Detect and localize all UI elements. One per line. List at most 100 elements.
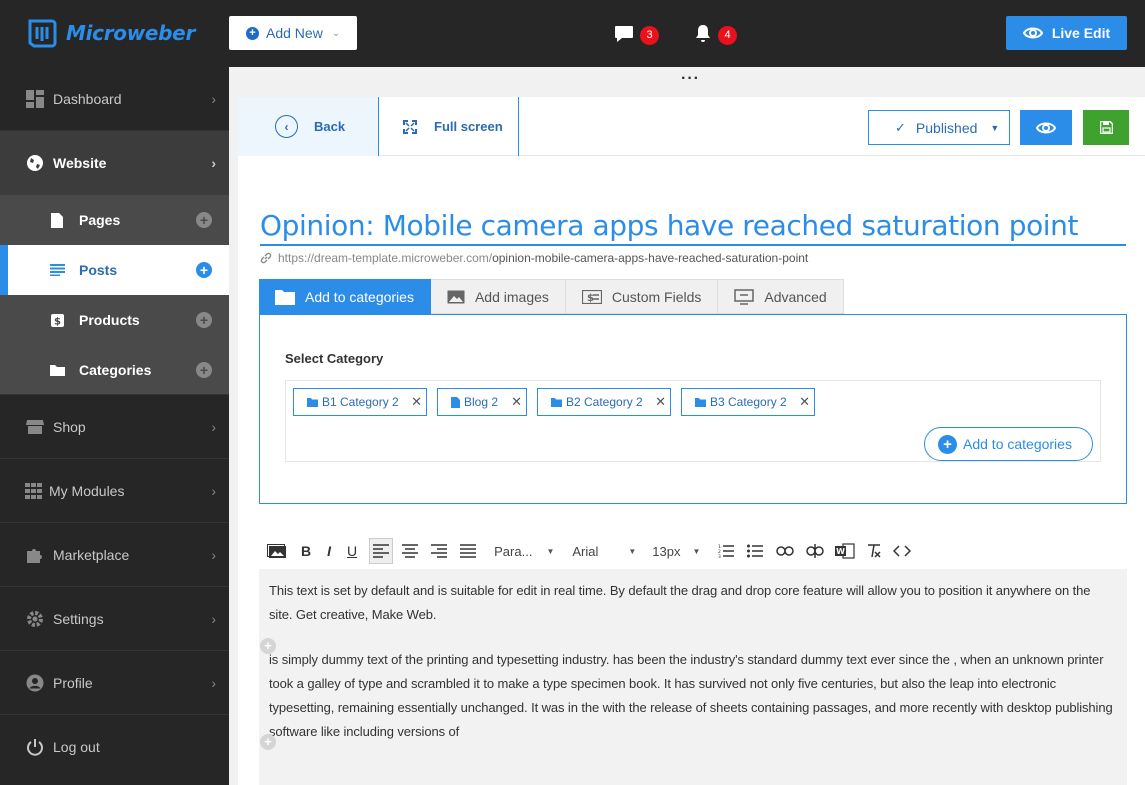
- full-screen-button[interactable]: Full screen: [379, 97, 519, 156]
- sidebar-item-shop[interactable]: Shop ›: [0, 395, 229, 459]
- live-edit-label: Live Edit: [1051, 25, 1111, 41]
- add-block-icon[interactable]: +: [260, 638, 276, 654]
- font-select[interactable]: Arial ▼: [572, 544, 636, 559]
- tab-add-to-categories[interactable]: Add to categories: [259, 279, 431, 314]
- top-bar: Microweber + Add New ⌄ 3 4 Live Edit: [0, 0, 1145, 67]
- preview-button[interactable]: [1020, 110, 1072, 145]
- category-chip[interactable]: Blog 2 ✕: [437, 388, 527, 416]
- dashboard-icon: [26, 89, 44, 108]
- sidebar-item-profile[interactable]: Profile ›: [0, 651, 229, 715]
- sidebar-item-website[interactable]: Website ›: [0, 131, 229, 195]
- sidebar-item-my-modules[interactable]: My Modules ›: [0, 459, 229, 523]
- microweber-logo-icon: [28, 19, 57, 48]
- add-to-categories-label: Add to categories: [963, 436, 1072, 452]
- sidebar-subitem-pages[interactable]: Pages +: [0, 195, 229, 245]
- notifications-badge: 4: [718, 26, 737, 45]
- remove-icon[interactable]: ✕: [511, 394, 522, 410]
- folder-icon: [551, 397, 562, 407]
- category-chip-label: Blog 2: [464, 395, 499, 409]
- post-url[interactable]: https://dream-template.microweber.com/op…: [260, 251, 808, 265]
- add-block-icon[interactable]: +: [260, 734, 276, 750]
- remove-icon[interactable]: ✕: [411, 394, 422, 410]
- insert-image-icon[interactable]: [267, 538, 287, 564]
- category-chip[interactable]: B2 Category 2 ✕: [537, 388, 671, 416]
- align-justify-icon[interactable]: [460, 538, 477, 564]
- floppy-icon: [1099, 121, 1113, 134]
- add-to-categories-button[interactable]: + Add to categories: [924, 427, 1093, 461]
- add-product-icon[interactable]: +: [196, 312, 212, 328]
- tab-custom-fields[interactable]: $ Custom Fields: [565, 279, 719, 314]
- save-button[interactable]: [1083, 110, 1129, 145]
- sidebar-subitem-categories[interactable]: Categories +: [0, 345, 229, 395]
- eye-icon: [1022, 27, 1043, 39]
- post-title-input[interactable]: Opinion: Mobile camera apps have reached…: [260, 208, 1126, 246]
- sidebar-item-label: Settings: [53, 610, 104, 627]
- unlink-icon[interactable]: [806, 538, 825, 564]
- add-category-icon[interactable]: +: [196, 361, 212, 378]
- code-view-icon[interactable]: [893, 538, 912, 564]
- italic-icon[interactable]: I: [327, 538, 331, 564]
- word-paste-icon[interactable]: W: [835, 538, 856, 564]
- sidebar-item-dashboard[interactable]: Dashboard ›: [0, 67, 229, 131]
- category-chip-label: B2 Category 2: [566, 395, 643, 409]
- category-chip[interactable]: B1 Category 2 ✕: [293, 388, 427, 416]
- sidebar-item-label: Website: [53, 155, 107, 171]
- posts-icon: [49, 262, 65, 278]
- align-left-icon[interactable]: [369, 538, 394, 564]
- remove-icon[interactable]: ✕: [655, 394, 666, 410]
- sidebar-item-logout[interactable]: Log out: [0, 715, 229, 779]
- back-button[interactable]: ‹ Back: [238, 97, 379, 156]
- more-options-icon[interactable]: ···: [681, 71, 700, 87]
- chevron-right-icon: ›: [211, 546, 216, 563]
- ordered-list-icon[interactable]: 123: [718, 538, 735, 564]
- tab-advanced[interactable]: Advanced: [718, 279, 844, 314]
- add-new-button[interactable]: + Add New ⌄: [229, 16, 357, 50]
- category-chip-label: B1 Category 2: [322, 395, 399, 409]
- add-new-label: Add New: [266, 25, 323, 41]
- chevron-right-icon: ›: [211, 674, 216, 691]
- align-center-icon[interactable]: [402, 538, 419, 564]
- bullet-list-icon[interactable]: [747, 538, 764, 564]
- link-icon[interactable]: [776, 538, 795, 564]
- underline-icon[interactable]: U: [347, 538, 357, 564]
- sidebar-item-label: Log out: [53, 739, 100, 755]
- expand-icon: [403, 119, 417, 134]
- comments-button[interactable]: 3: [614, 22, 659, 45]
- bold-icon[interactable]: B: [301, 538, 311, 564]
- caret-down-icon: ▼: [990, 122, 1000, 133]
- folder-icon: [695, 397, 706, 407]
- folder-icon: [275, 289, 295, 305]
- format-select[interactable]: Para... ▼: [494, 544, 554, 559]
- link-icon: [260, 252, 272, 264]
- notifications-button[interactable]: 4: [694, 22, 737, 45]
- clear-format-icon[interactable]: [866, 538, 882, 564]
- full-screen-label: Full screen: [434, 119, 503, 134]
- align-right-icon[interactable]: [431, 538, 448, 564]
- publish-status-dropdown[interactable]: ✓ Published ▼: [868, 110, 1010, 145]
- editor-toolbar: ‹ Back Full screen ✓ Published ▼: [238, 97, 1145, 156]
- url-slug[interactable]: opinion-mobile-camera-apps-have-reached-…: [492, 251, 808, 265]
- content-editor[interactable]: This text is set by default and is suita…: [259, 569, 1127, 785]
- sidebar-subitem-label: Posts: [79, 262, 118, 278]
- add-page-icon[interactable]: +: [196, 212, 212, 228]
- page-icon: [49, 212, 65, 228]
- sidebar-subitem-products[interactable]: $ Products +: [0, 295, 229, 345]
- chevron-right-icon: ›: [211, 418, 216, 435]
- font-size-select[interactable]: 13px ▼: [652, 544, 700, 559]
- add-post-icon[interactable]: +: [196, 262, 212, 278]
- remove-icon[interactable]: ✕: [799, 394, 810, 410]
- sidebar-item-settings[interactable]: Settings ›: [0, 587, 229, 651]
- image-icon: [447, 290, 465, 303]
- editor-paragraph[interactable]: is simply dummy text of the printing and…: [269, 648, 1117, 744]
- puzzle-icon: [26, 546, 44, 564]
- brand-logo[interactable]: Microweber: [26, 17, 195, 49]
- select-category-heading: Select Category: [285, 351, 384, 366]
- live-edit-button[interactable]: Live Edit: [1006, 16, 1127, 50]
- category-chip[interactable]: B3 Category 2 ✕: [681, 388, 815, 416]
- chevron-right-icon: ›: [211, 482, 216, 499]
- sidebar-subitem-posts[interactable]: Posts +: [0, 245, 229, 295]
- arrow-left-icon: ‹: [275, 115, 298, 138]
- tab-add-images[interactable]: Add images: [430, 279, 566, 314]
- sidebar-item-marketplace[interactable]: Marketplace ›: [0, 523, 229, 587]
- editor-paragraph[interactable]: This text is set by default and is suita…: [269, 579, 1117, 627]
